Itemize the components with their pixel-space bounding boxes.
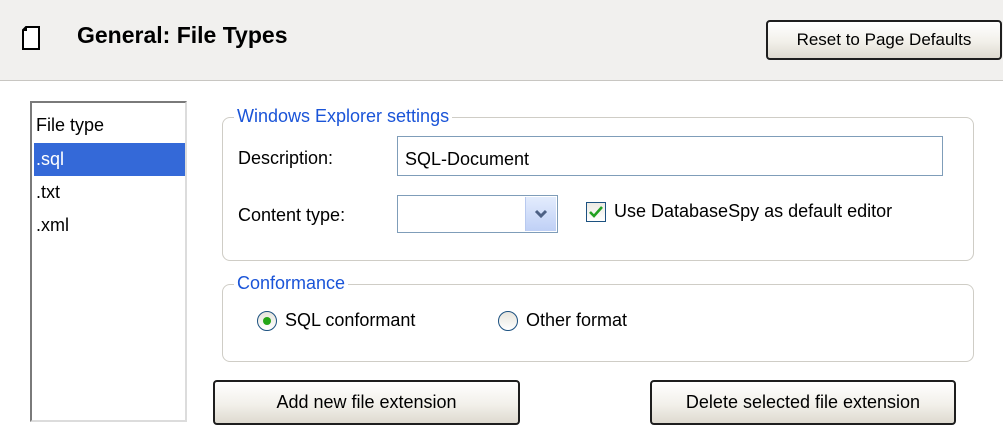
chevron-down-icon[interactable] bbox=[525, 197, 556, 231]
radio-selected-dot bbox=[263, 317, 271, 325]
windows-explorer-group-label: Windows Explorer settings bbox=[234, 106, 453, 127]
description-field[interactable] bbox=[397, 136, 943, 176]
other-format-label: Other format bbox=[526, 310, 628, 330]
delete-file-extension-button[interactable]: Delete selected file extension bbox=[650, 380, 956, 425]
list-item[interactable]: .txt bbox=[34, 176, 185, 209]
conformance-group-label: Conformance bbox=[234, 273, 349, 294]
description-label: Description: bbox=[238, 148, 334, 168]
content-type-select[interactable] bbox=[397, 195, 558, 233]
other-format-radio[interactable] bbox=[498, 311, 518, 331]
reset-to-defaults-button[interactable]: Reset to Page Defaults bbox=[766, 20, 1002, 60]
page-icon bbox=[22, 26, 40, 50]
add-file-extension-button[interactable]: Add new file extension bbox=[213, 380, 520, 425]
sql-conformant-radio[interactable] bbox=[257, 311, 277, 331]
checkmark-icon bbox=[589, 206, 603, 218]
list-item[interactable]: .xml bbox=[34, 209, 185, 242]
use-default-editor-checkbox[interactable] bbox=[586, 202, 606, 222]
file-type-list[interactable]: File type .sql .txt .xml bbox=[30, 101, 187, 422]
list-header: File type bbox=[36, 115, 105, 135]
sql-conformant-label: SQL conformant bbox=[285, 310, 416, 330]
content-type-label: Content type: bbox=[238, 205, 346, 225]
use-default-editor-label: Use DatabaseSpy as default editor bbox=[614, 201, 893, 221]
page-title: General: File Types bbox=[77, 22, 288, 48]
header-divider bbox=[0, 80, 1003, 81]
list-item[interactable]: .sql bbox=[34, 143, 185, 176]
